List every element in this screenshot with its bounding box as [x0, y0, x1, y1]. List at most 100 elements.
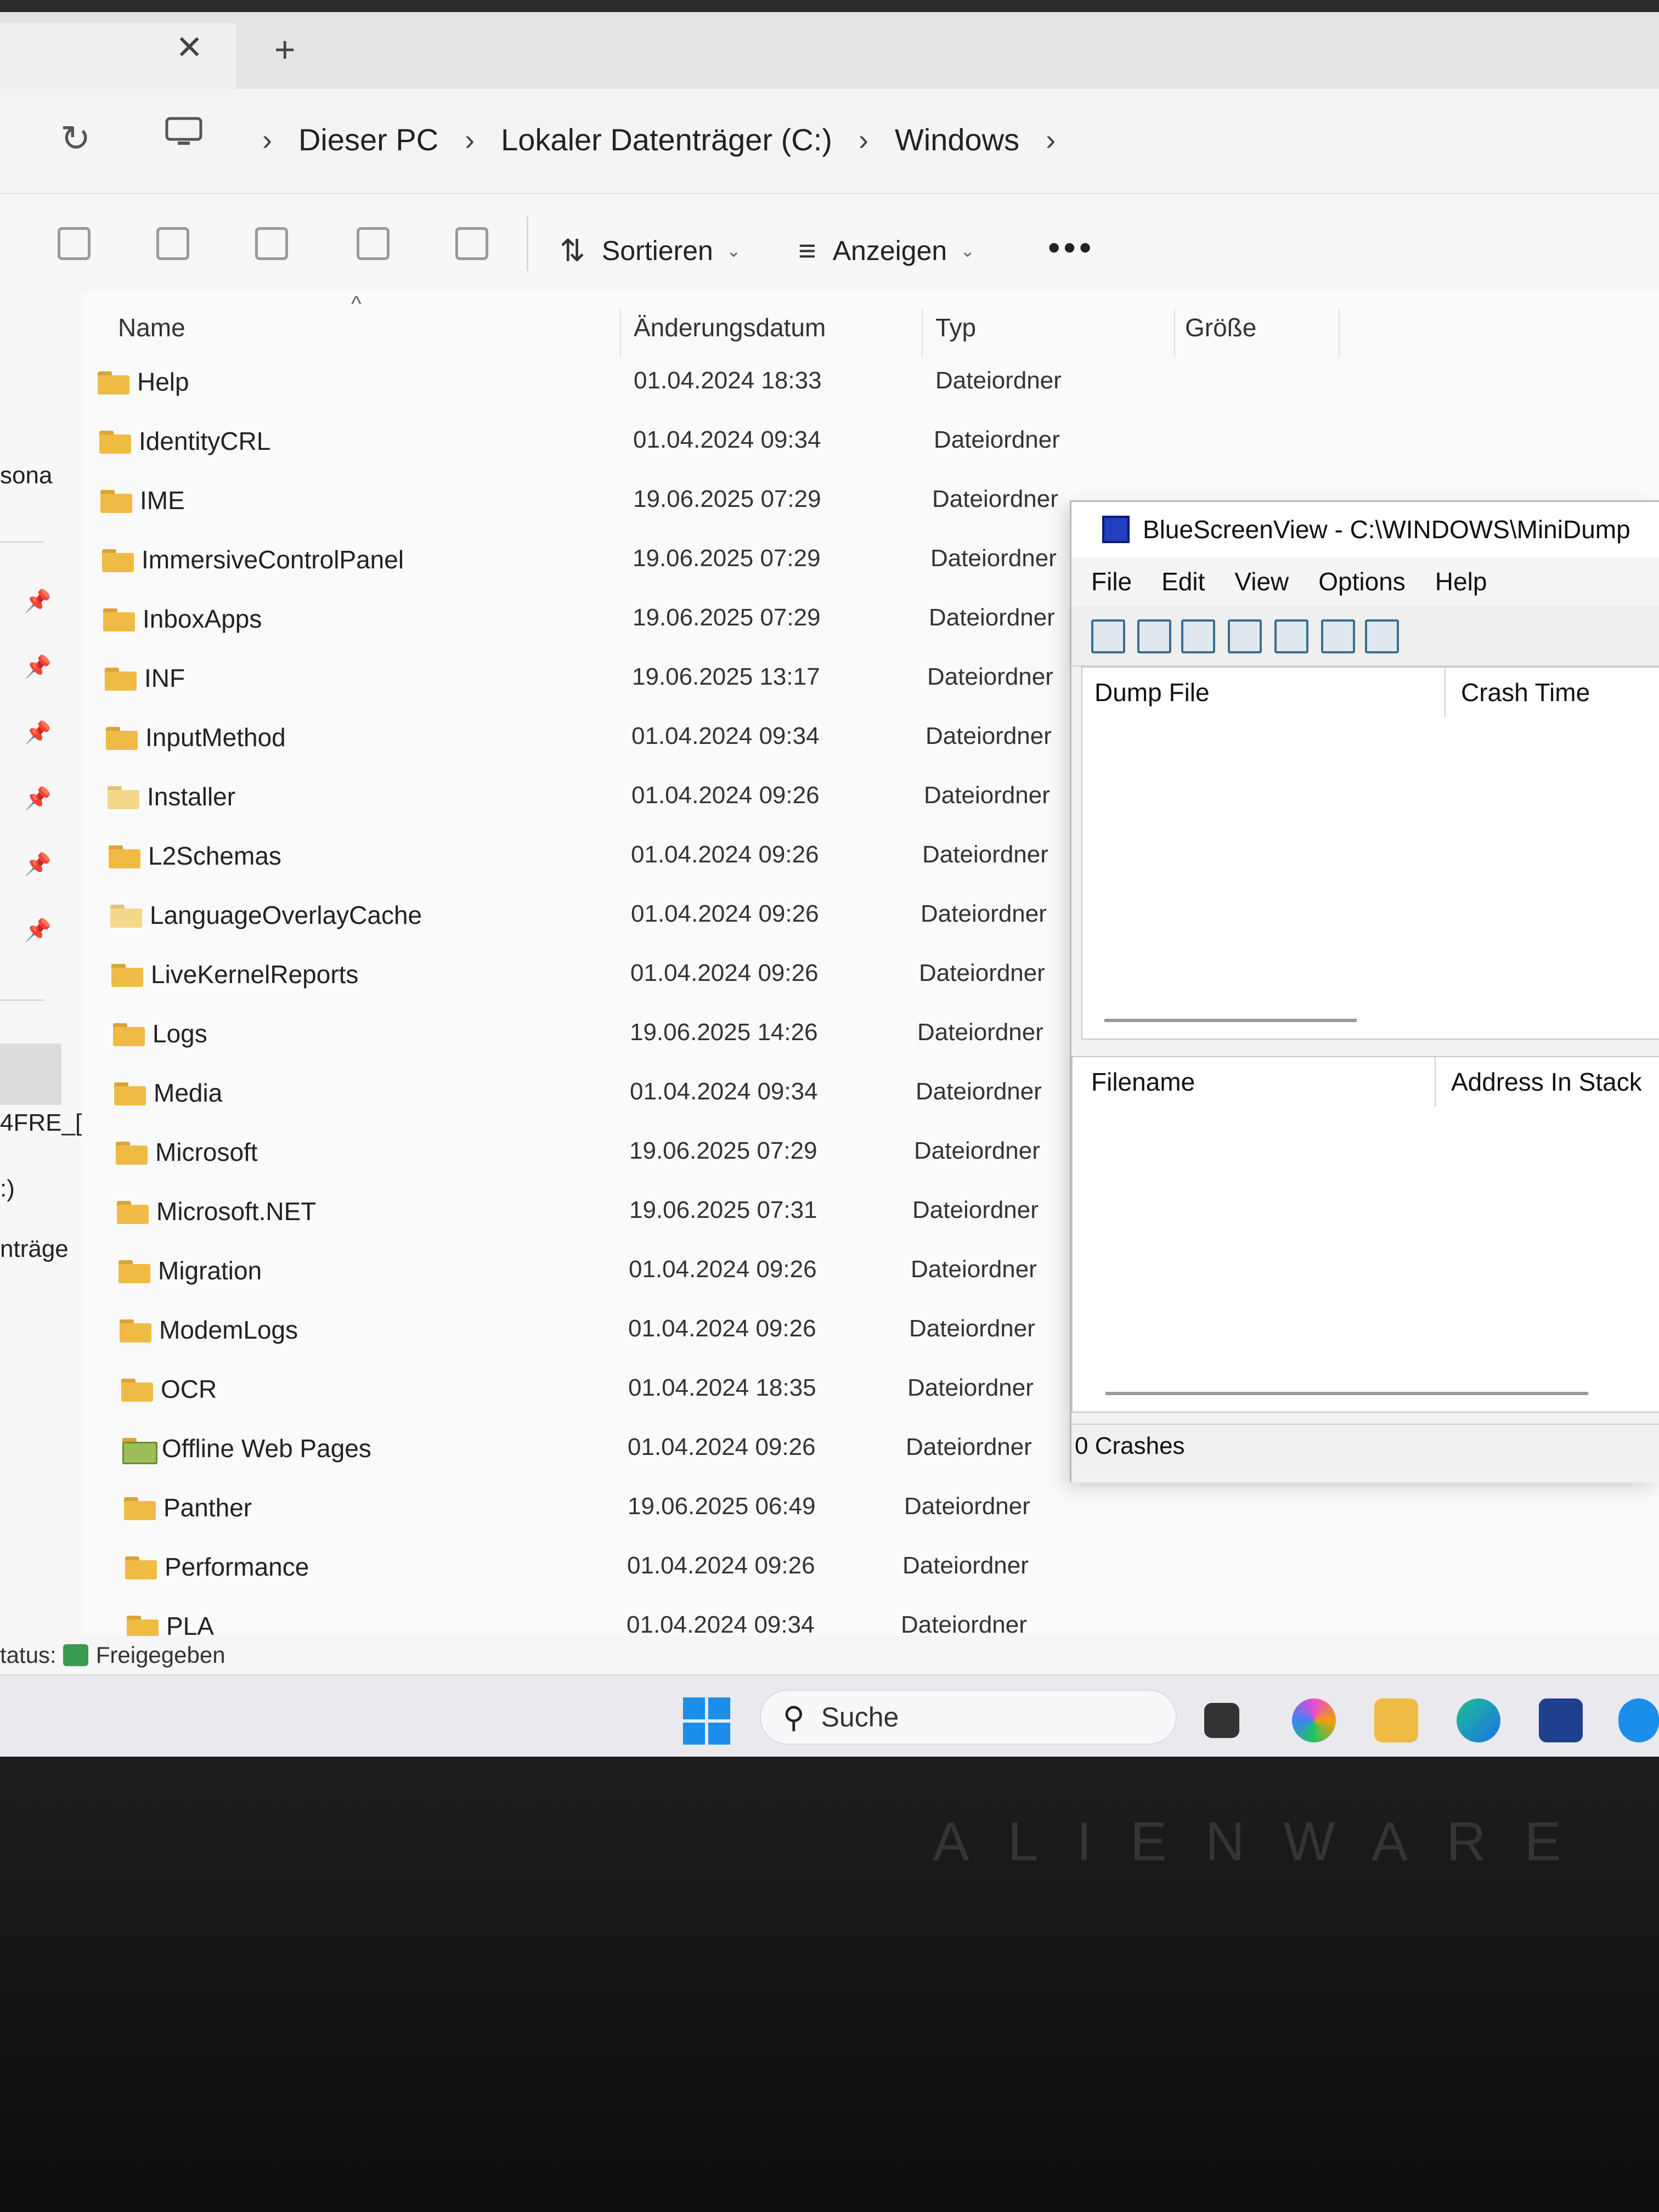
edge-icon[interactable] — [1457, 1699, 1500, 1742]
properties-icon[interactable] — [1274, 619, 1308, 653]
nav-item-label[interactable]: sona — [0, 462, 52, 489]
horizontal-scrollbar[interactable] — [1105, 1392, 1588, 1395]
start-button[interactable] — [683, 1697, 730, 1745]
this-pc-icon[interactable] — [165, 116, 203, 147]
breadcrumb-item-local-disk[interactable]: Lokaler Datenträger (C:) — [501, 122, 832, 157]
column-header-date[interactable]: Änderungsdatum — [634, 303, 826, 352]
refresh-icon[interactable]: ↻ — [60, 117, 91, 160]
file-type: Dateiordner — [922, 841, 1048, 868]
rename-icon[interactable] — [255, 227, 288, 260]
table-row[interactable]: OCR 01.04.2024 18:35 Dateiordner — [82, 1362, 1180, 1417]
more-options-icon[interactable]: ••• — [1048, 227, 1094, 268]
copilot-icon[interactable] — [1292, 1699, 1336, 1742]
table-row[interactable]: InputMethod 01.04.2024 09:34 Dateiordner — [82, 710, 1180, 765]
file-date: 01.04.2024 09:26 — [628, 1315, 816, 1342]
table-row[interactable]: LanguageOverlayCache 01.04.2024 09:26 Date… — [82, 888, 1180, 943]
menu-file[interactable]: File — [1091, 567, 1132, 596]
find-icon[interactable] — [1321, 619, 1355, 653]
column-divider[interactable] — [1339, 308, 1340, 358]
taskbar-search[interactable]: ⚲ Suche — [760, 1690, 1177, 1745]
menu-options[interactable]: Options — [1318, 567, 1406, 596]
table-row[interactable]: ModemLogs 01.04.2024 09:26 Dateiordner — [82, 1303, 1180, 1358]
table-row[interactable]: Microsoft.NET 19.06.2025 07:31 Dateiordner — [82, 1184, 1180, 1239]
advanced-options-icon[interactable] — [1091, 619, 1125, 653]
view-button[interactable]: ≡ Anzeigen ⌄ — [798, 233, 975, 268]
window-title-bar[interactable]: BlueScreenView - C:\WINDOWS\MiniDump — [1071, 502, 1659, 557]
nav-item-label[interactable]: nträge — [0, 1235, 69, 1263]
column-header-crash-time[interactable]: Crash Time — [1461, 668, 1590, 717]
menu-edit[interactable]: Edit — [1161, 567, 1205, 596]
table-row[interactable]: Media 01.04.2024 09:34 Dateiordner — [82, 1066, 1180, 1121]
app-icon[interactable] — [1618, 1699, 1659, 1742]
column-header-type[interactable]: Typ — [935, 303, 976, 352]
column-divider[interactable] — [620, 308, 621, 358]
copy-icon[interactable] — [58, 227, 91, 260]
table-row[interactable]: LiveKernelReports 01.04.2024 09:26 Dateior… — [82, 947, 1180, 1002]
delete-icon[interactable] — [455, 227, 488, 260]
nav-item-label[interactable]: :) — [0, 1175, 15, 1203]
table-row[interactable]: IdentityCRL 01.04.2024 09:34 Dateiordner — [82, 414, 1180, 469]
table-row[interactable]: ImmersiveControlPanel 19.06.2025 07:29 Dat… — [82, 533, 1180, 588]
sort-label: Sortieren — [601, 235, 713, 266]
nav-selected-item[interactable] — [0, 1043, 61, 1105]
column-header-name[interactable]: Name — [118, 303, 185, 352]
driver-list-pane[interactable]: Filename Address In Stack — [1071, 1056, 1659, 1413]
table-row[interactable]: Installer 01.04.2024 09:26 Dateiordner — [82, 770, 1180, 825]
window-title: BlueScreenView - C:\WINDOWS\MiniDump — [1143, 515, 1630, 544]
column-header-dump-file[interactable]: Dump File — [1094, 668, 1210, 717]
breadcrumb-chevron-icon[interactable]: › — [859, 123, 868, 157]
pin-icon: 📌 — [24, 918, 52, 943]
share-icon[interactable] — [357, 227, 390, 260]
bluescreenview-app-icon — [1102, 516, 1130, 543]
bluescreenview-window[interactable]: BlueScreenView - C:\WINDOWS\MiniDump Fil… — [1070, 500, 1659, 1482]
exit-icon[interactable] — [1365, 619, 1399, 653]
column-divider[interactable] — [1174, 308, 1175, 358]
breadcrumb-item-windows[interactable]: Windows — [895, 122, 1019, 157]
save-icon[interactable] — [1137, 619, 1171, 653]
refresh-icon[interactable] — [1181, 619, 1215, 653]
table-row[interactable]: Performance 01.04.2024 09:26 Dateiordner — [82, 1540, 1180, 1595]
menu-view[interactable]: View — [1234, 567, 1289, 596]
task-view-icon[interactable] — [1204, 1703, 1239, 1738]
copy-icon[interactable] — [1228, 619, 1262, 653]
table-row[interactable]: Panther 19.06.2025 06:49 Dateiordner — [82, 1481, 1180, 1536]
column-header-address-in-stack[interactable]: Address In Stack — [1451, 1057, 1642, 1107]
table-row[interactable]: IME 19.06.2025 07:29 Dateiordner — [82, 473, 1180, 528]
breadcrumb-chevron-icon[interactable]: › — [1046, 123, 1056, 157]
breadcrumb-chevron-icon[interactable]: › — [465, 123, 475, 157]
table-row[interactable]: Help 01.04.2024 18:33 Dateiordner — [82, 355, 1180, 410]
file-type: Dateiordner — [906, 1434, 1032, 1460]
new-tab-icon[interactable]: + — [274, 29, 296, 70]
column-divider[interactable] — [1435, 1057, 1436, 1107]
shared-icon — [63, 1644, 88, 1666]
folder-icon — [125, 1556, 157, 1579]
sort-button[interactable]: ⇅ Sortieren ⌄ — [560, 233, 741, 269]
store-icon[interactable] — [1539, 1699, 1583, 1742]
breadcrumb-item-this-pc[interactable]: Dieser PC — [298, 122, 438, 157]
menu-help[interactable]: Help — [1435, 567, 1487, 596]
column-divider[interactable] — [1444, 668, 1446, 717]
close-tab-icon[interactable]: ✕ — [176, 29, 203, 67]
horizontal-scrollbar[interactable] — [1104, 1019, 1357, 1022]
paste-icon[interactable] — [156, 227, 189, 260]
table-row[interactable]: L2Schemas 01.04.2024 09:26 Dateiordner — [82, 829, 1180, 884]
file-explorer-icon[interactable] — [1374, 1699, 1418, 1742]
table-row[interactable]: InboxApps 19.06.2025 07:29 Dateiordner — [82, 592, 1180, 647]
file-date: 01.04.2024 09:26 — [630, 960, 819, 986]
navigation-pane: sona 📌 📌 📌 📌 📌 📌 4FRE_[ :) nträge — [0, 292, 82, 1674]
table-row[interactable]: Microsoft 19.06.2025 07:29 Dateiordner — [82, 1125, 1180, 1180]
bsv-status-bar: 0 Crashes — [1071, 1424, 1659, 1468]
file-name: ModemLogs — [159, 1316, 298, 1344]
table-row[interactable]: Migration 01.04.2024 09:26 Dateiordner — [82, 1244, 1180, 1299]
column-divider[interactable] — [922, 308, 923, 358]
file-type: Dateiordner — [919, 960, 1045, 986]
table-row[interactable]: INF 19.06.2025 13:17 Dateiordner — [82, 651, 1180, 706]
table-row[interactable]: Logs 19.06.2025 14:26 Dateiordner — [82, 1007, 1180, 1062]
column-header-size[interactable]: Größe — [1185, 303, 1256, 352]
table-row[interactable]: Offline Web Pages 01.04.2024 09:26 Dateior… — [82, 1421, 1180, 1476]
breadcrumb-chevron-icon[interactable]: › — [262, 123, 272, 157]
nav-item-label[interactable]: 4FRE_[ — [0, 1109, 82, 1137]
crash-list-pane[interactable]: Dump File Crash Time — [1081, 667, 1659, 1040]
file-type: Dateiordner — [901, 1611, 1027, 1638]
column-header-filename[interactable]: Filename — [1091, 1057, 1195, 1107]
